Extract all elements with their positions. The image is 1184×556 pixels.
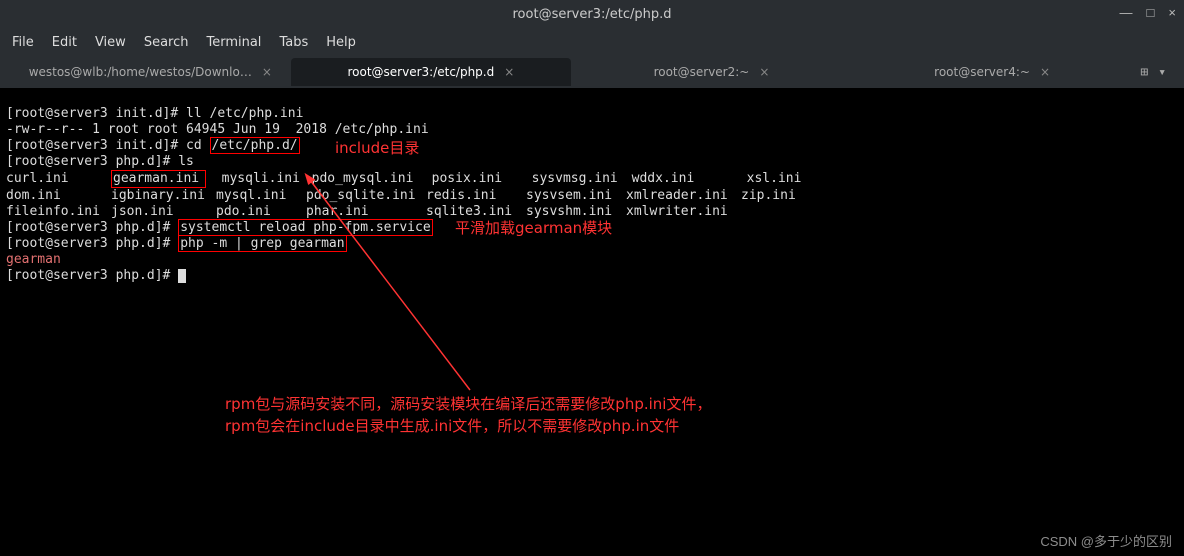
tab-label: westos@wlb:/home/westos/Downlo…	[29, 65, 252, 79]
file: pdo.ini	[216, 204, 306, 220]
menu-edit[interactable]: Edit	[52, 35, 77, 50]
file: mysql.ini	[216, 188, 306, 204]
menu-view[interactable]: View	[95, 35, 126, 50]
highlight-file: gearman.ini	[111, 170, 206, 188]
command: ls	[178, 154, 194, 169]
file: phar.ini	[306, 204, 426, 220]
prompt: [root@server3 init.d]#	[6, 138, 186, 153]
file: redis.ini	[426, 188, 526, 204]
highlight-path: /etc/php.d/	[210, 137, 300, 154]
prompt: [root@server3 php.d]#	[6, 154, 178, 169]
annotation-rpm-line2: rpm包会在include目录中生成.ini文件，所以不需要修改php.in文件	[225, 415, 711, 437]
highlight-command: systemctl reload php-fpm.service	[178, 219, 432, 236]
close-icon[interactable]: ×	[262, 65, 272, 79]
command: ll /etc/php.ini	[186, 106, 303, 121]
file: wddx.ini	[632, 171, 747, 187]
tab-server2[interactable]: root@server2:~ ×	[571, 58, 852, 86]
annotation-reload: 平滑加载gearman模块	[455, 217, 612, 238]
file: sysvmsg.ini	[532, 171, 632, 187]
prompt: [root@server3 php.d]#	[6, 268, 178, 283]
annotation-include: include目录	[335, 137, 419, 158]
close-icon[interactable]: ×	[504, 65, 514, 79]
window-title: root@server3:/etc/php.d	[513, 7, 672, 22]
close-icon[interactable]: ×	[759, 65, 769, 79]
menu-help[interactable]: Help	[326, 35, 356, 50]
watermark: CSDN @多于少的区别	[1040, 531, 1172, 550]
minimize-button[interactable]: —	[1120, 5, 1133, 20]
prompt: [root@server3 php.d]#	[6, 220, 178, 235]
close-icon[interactable]: ×	[1040, 65, 1050, 79]
newtab-icon[interactable]: ⊞	[1140, 65, 1148, 80]
file: fileinfo.ini	[6, 204, 111, 220]
file: dom.ini	[6, 188, 111, 204]
tab-server4[interactable]: root@server4:~ ×	[852, 58, 1133, 86]
tab-label: root@server4:~	[934, 65, 1030, 79]
output: gearman	[6, 252, 61, 267]
tab-label: root@server3:/etc/php.d	[347, 65, 494, 79]
menu-tabs[interactable]: Tabs	[279, 35, 308, 50]
tab-westos[interactable]: westos@wlb:/home/westos/Downlo… ×	[10, 58, 291, 86]
menubar: File Edit View Search Terminal Tabs Help	[0, 28, 1184, 56]
tabbar: westos@wlb:/home/westos/Downlo… × root@s…	[0, 56, 1184, 88]
command: cd	[186, 138, 209, 153]
file: zip.ini	[741, 188, 796, 204]
tab-server3[interactable]: root@server3:/etc/php.d ×	[291, 58, 572, 86]
close-button[interactable]: ×	[1168, 5, 1176, 20]
menu-search[interactable]: Search	[144, 35, 189, 50]
file: xsl.ini	[747, 171, 802, 187]
file: sysvsem.ini	[526, 188, 626, 204]
cursor	[178, 269, 186, 283]
file: curl.ini	[6, 171, 111, 187]
maximize-button[interactable]: □	[1147, 5, 1155, 20]
tab-menu-icon[interactable]: ▾	[1158, 65, 1166, 80]
file: xmlwriter.ini	[626, 204, 728, 220]
file: posix.ini	[432, 171, 532, 187]
file: pdo_sqlite.ini	[306, 188, 426, 204]
prompt: [root@server3 init.d]#	[6, 106, 186, 121]
highlight-command: php -m | grep gearman	[178, 235, 346, 252]
prompt: [root@server3 php.d]#	[6, 236, 178, 251]
file: json.ini	[111, 204, 216, 220]
terminal[interactable]: [root@server3 init.d]# ll /etc/php.ini -…	[0, 88, 1184, 286]
annotation-rpm-line1: rpm包与源码安装不同，源码安装模块在编译后还需要修改php.ini文件，	[225, 393, 711, 415]
output: -rw-r--r-- 1 root root 64945 Jun 19 2018…	[6, 122, 429, 137]
file: mysqli.ini	[222, 171, 312, 187]
titlebar: root@server3:/etc/php.d — □ ×	[0, 0, 1184, 28]
file: pdo_mysql.ini	[312, 171, 432, 187]
tab-label: root@server2:~	[654, 65, 750, 79]
file: igbinary.ini	[111, 188, 216, 204]
file: xmlreader.ini	[626, 188, 741, 204]
menu-file[interactable]: File	[12, 35, 34, 50]
menu-terminal[interactable]: Terminal	[206, 35, 261, 50]
